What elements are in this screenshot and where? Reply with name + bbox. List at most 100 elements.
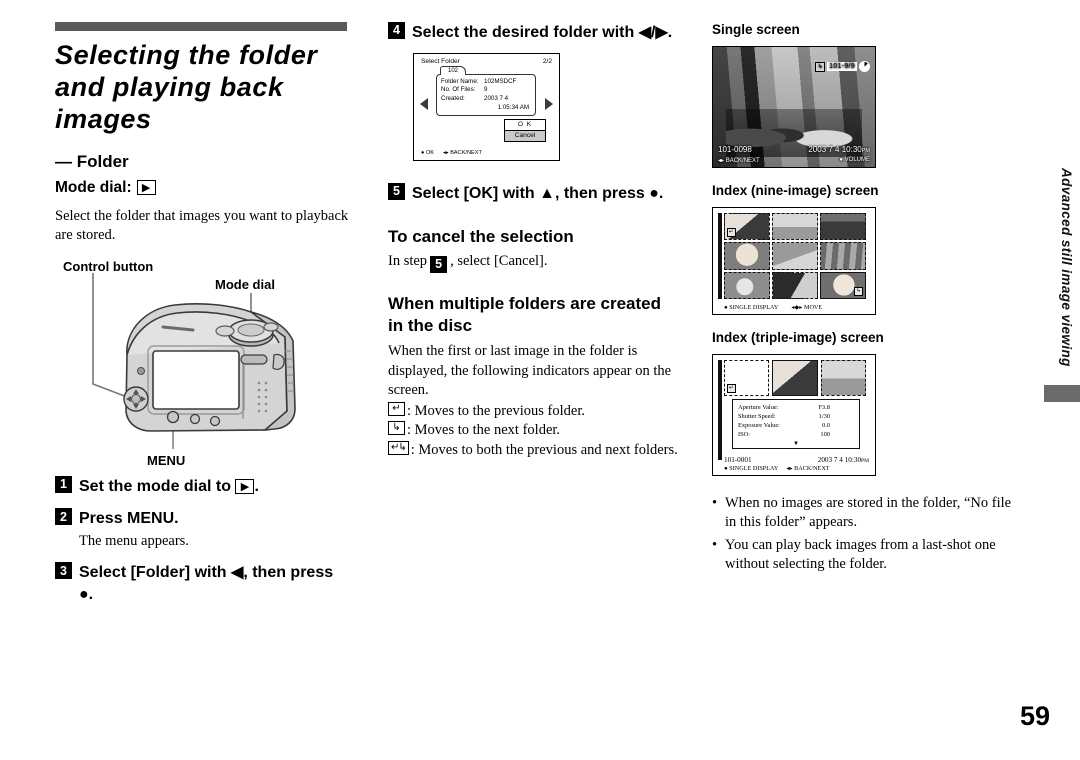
cancel-selection-text: In step 5, select [Cancel].	[388, 252, 678, 274]
single-screen-caption: Single screen	[712, 22, 800, 37]
osd-counter: 101-9/9	[827, 62, 857, 71]
step-3: 3 Select [Folder] with ◀, then press ●.	[55, 562, 350, 604]
move-hint: ◂◆▸ MOVE	[791, 304, 823, 311]
osd-volume-hint: ● VOLUME	[839, 157, 870, 163]
single-display-hint: ● SINGLE DISPLAY	[724, 304, 779, 311]
previous-folder-arrow-icon[interactable]	[420, 98, 428, 111]
select-folder-header: Select Folder 2/2	[414, 54, 559, 65]
info-key: Exposure Value:	[738, 422, 780, 430]
info-value: 0.0	[822, 422, 830, 430]
more-info-caret-icon[interactable]: ▼	[738, 441, 854, 447]
step-number-inline: 5	[430, 256, 448, 274]
title-rule	[55, 22, 347, 31]
footer-nav-hint: ◂▸ BACK/NEXT	[443, 150, 482, 157]
folder-detail-row: No. Of Files: 9	[441, 86, 531, 95]
detail-key: Folder Name:	[441, 77, 479, 85]
folder-tab-number: 102	[440, 66, 466, 76]
thumbnail-cell[interactable]	[772, 271, 818, 299]
scrollbar[interactable]	[718, 360, 722, 460]
manual-page: Selecting the folder and playing back im…	[0, 0, 1080, 760]
info-value: F3.8	[818, 403, 830, 411]
osd-file-number: 101-0098	[718, 145, 752, 154]
left-column: Selecting the folder and playing back im…	[55, 22, 350, 616]
ok-button[interactable]: O K	[505, 120, 545, 132]
step-text: Select [OK] with ▲, then press ●.	[412, 185, 664, 203]
step-text: Select [Folder] with ◀, then press ●.	[79, 564, 334, 603]
info-row: ISO: 100	[738, 430, 854, 439]
info-value: 100	[820, 431, 830, 439]
both-folders-icon: ↵↳	[388, 440, 409, 455]
multiple-folders-body: When the first or last image in the fold…	[388, 343, 672, 398]
osd-bottom: 101-0098 2003 7 4 10:30PM	[718, 145, 870, 154]
thumbnail-cell[interactable]: ↵	[724, 360, 770, 396]
detail-value: 9	[484, 86, 488, 94]
index-triple-caption: Index (triple-image) screen	[712, 330, 884, 345]
bullet-icon: •	[712, 495, 718, 511]
indicator-item: ↳ : Moves to the next folder.	[388, 421, 678, 440]
thumbnail-cell-selected[interactable]: ↳	[820, 271, 866, 299]
step-number: 4	[388, 22, 405, 39]
select-folder-screen: Select Folder 2/2 102 Folder Name: 102MS…	[413, 53, 560, 162]
thumbnail-cell[interactable]: ↵	[724, 213, 770, 241]
folder-detail-row: Folder Name: 102MSDCF	[441, 78, 531, 87]
osd-ampm: PM	[861, 148, 870, 154]
note-text: When no images are stored in the folder,…	[725, 495, 1012, 531]
file-number: 101-0001	[724, 456, 752, 464]
cancel-selection-heading: To cancel the selection	[388, 227, 574, 247]
thumbnail-cell[interactable]	[820, 213, 866, 241]
image-info-panel: Aperture Value: F3.8 Shutter Speed: 1/30…	[732, 399, 860, 449]
thumbnail-cell[interactable]	[820, 360, 866, 396]
footer-nav-label: BACK/NEXT	[450, 150, 482, 157]
info-row: Aperture Value: F3.8	[738, 403, 854, 412]
playback-icon: ▶	[136, 180, 156, 196]
back-next-hint: ◂▸ BACK/NEXT	[786, 465, 830, 472]
folder-indicator-list: ↵ : Moves to the previous folder. ↳ : Mo…	[388, 402, 678, 460]
select-folder-footer: ● OK ◂▸ BACK/NEXT	[421, 150, 482, 156]
folder-detail-row: Created: 2003 7 4	[441, 95, 531, 104]
step-text: Press MENU.	[79, 510, 179, 528]
thumbnail-cell[interactable]	[724, 242, 770, 270]
step-note: The menu appears.	[79, 533, 189, 550]
detail-value: 2003 7 4	[484, 95, 509, 103]
folder-card: 102 Folder Name: 102MSDCF No. Of Files: …	[436, 66, 536, 116]
info-key: ISO:	[738, 431, 751, 439]
single-display-hint: ● SINGLE DISPLAY	[724, 465, 779, 472]
next-folder-icon: ↳	[815, 61, 826, 72]
thumbnail-cell[interactable]	[772, 213, 818, 241]
page-number: 59	[1019, 701, 1050, 731]
select-folder-buttons: O K Cancel	[504, 119, 546, 143]
next-folder-arrow-icon[interactable]	[545, 98, 553, 111]
step-number: 1	[55, 476, 72, 494]
thumbnail-cell[interactable]	[724, 271, 770, 299]
previous-folder-icon: ↵	[727, 384, 736, 393]
thumbnail-cell-selected[interactable]	[772, 360, 818, 396]
next-folder-icon: ↳	[854, 287, 863, 296]
note-text: You can play back images from a last-sho…	[725, 537, 996, 573]
step-number: 3	[55, 562, 72, 580]
indicator-text: : Moves to both the previous and next fo…	[410, 441, 678, 458]
step-5: 5 Select [OK] with ▲, then press ●.	[388, 183, 678, 204]
scrollbar[interactable]	[718, 213, 722, 299]
middle-column: 4 Select the desired folder with ◀/▶. Se…	[388, 22, 678, 460]
cancel-button[interactable]: Cancel	[505, 131, 545, 142]
index-triple-footer: ● SINGLE DISPLAY ◂▸ BACK/NEXT	[724, 465, 830, 472]
next-folder-icon: ↳	[388, 421, 405, 436]
thumbnail-cell[interactable]	[820, 242, 866, 270]
thumbnail-cell[interactable]	[772, 242, 818, 270]
ampm: PM	[861, 458, 869, 464]
previous-folder-icon: ↵	[388, 402, 405, 417]
step-4: 4 Select the desired folder with ◀/▶.	[388, 22, 678, 43]
single-screen-preview: ↳ 101-9/9 101-0098 2003 7 4 10:30PM ◂▸ B…	[712, 46, 876, 168]
step-text: Set the mode dial to ▶.	[79, 476, 350, 497]
index-nine-footer: ● SINGLE DISPLAY ◂◆▸ MOVE	[724, 304, 822, 311]
index-triple-screen: ↵ Aperture Value: F3.8 Shutter Speed: 1/…	[712, 354, 876, 476]
thumbnail-grid: ↵ ↳	[724, 213, 866, 299]
datetime: 2003 7 4 10:30PM	[817, 456, 869, 464]
step-text: Select the desired folder with ◀/▶.	[412, 24, 673, 41]
camera-drawing	[92, 273, 296, 450]
section-subhead: — Folder	[55, 151, 129, 171]
cancel-text-suffix: , select [Cancel].	[450, 253, 548, 270]
indicator-item: ↵↳ : Moves to both the previous and next…	[388, 440, 678, 460]
cancel-text-prefix: In step	[388, 253, 428, 270]
detail-key: Created:	[441, 95, 465, 103]
